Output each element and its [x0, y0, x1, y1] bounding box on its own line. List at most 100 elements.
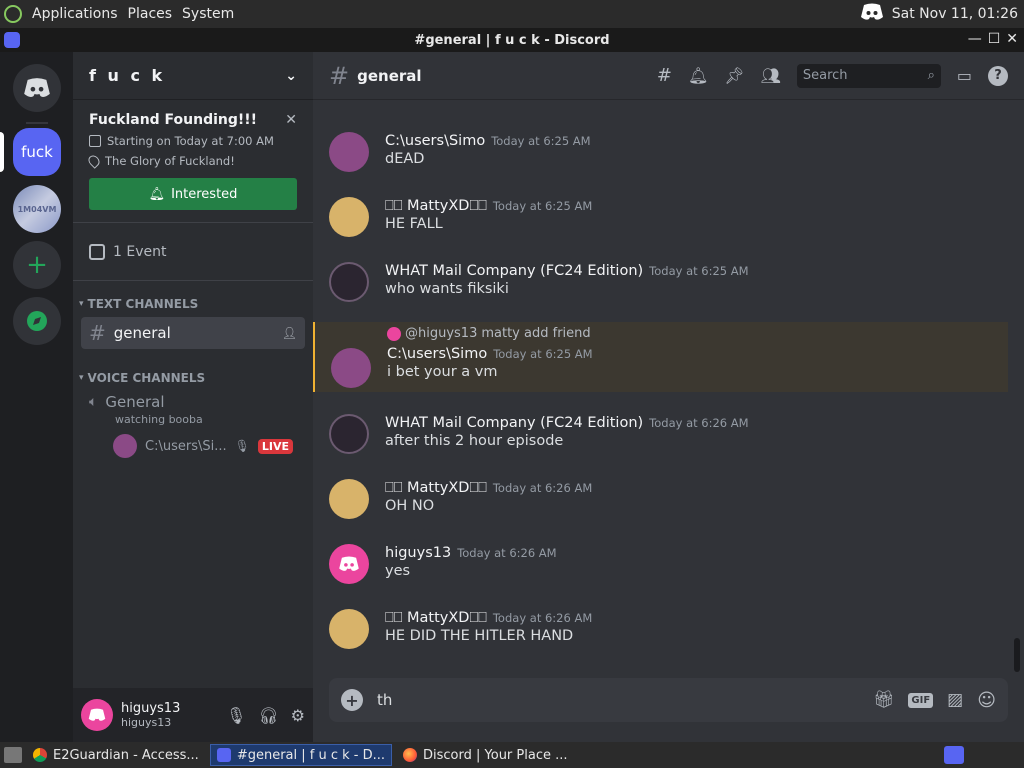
- message-input[interactable]: [377, 691, 859, 709]
- distro-logo-icon[interactable]: [4, 5, 22, 23]
- events-link[interactable]: 1 Event: [73, 223, 313, 281]
- interested-button[interactable]: 🔔︎ Interested: [89, 178, 297, 210]
- places-menu[interactable]: Places: [128, 6, 173, 22]
- add-member-icon[interactable]: 👤︎: [282, 326, 297, 340]
- guild-separator: [26, 122, 48, 124]
- home-button[interactable]: [13, 64, 61, 112]
- system-menu[interactable]: System: [182, 6, 234, 22]
- reply-mention[interactable]: @higuys13: [405, 326, 477, 341]
- window-controls: — ☐ ✕: [968, 31, 1018, 47]
- category-label: VOICE CHANNELS: [87, 371, 206, 385]
- avatar[interactable]: [331, 348, 371, 388]
- close-icon[interactable]: ✕: [1006, 31, 1018, 47]
- taskbar-item-chrome[interactable]: E2Guardian - Access...: [26, 744, 206, 766]
- channel-title: general: [357, 66, 422, 85]
- message-text: after this 2 hour episode: [385, 433, 564, 449]
- message-author[interactable]: ⎕⎕ MattyXD⎕⎕: [385, 480, 487, 496]
- member-list-icon[interactable]: 👥︎: [761, 66, 781, 85]
- category-voice-channels[interactable]: ▾ VOICE CHANNELS: [73, 371, 313, 385]
- threads-icon[interactable]: #: [657, 65, 672, 86]
- user-username: higuys13: [121, 716, 172, 730]
- gift-icon[interactable]: 🎁︎: [873, 690, 895, 710]
- avatar[interactable]: [329, 414, 369, 454]
- discord-logo-icon: [24, 78, 50, 97]
- avatar: [113, 434, 137, 458]
- notification-bell-icon[interactable]: 🔔︎: [688, 66, 708, 85]
- message-author[interactable]: WHAT Mail Company (FC24 Edition): [385, 415, 643, 431]
- server-fuck[interactable]: fuck: [13, 128, 61, 176]
- message-author[interactable]: ⎕⎕ MattyXD⎕⎕: [385, 198, 487, 214]
- clock[interactable]: Sat Nov 11, 01:26: [892, 6, 1018, 22]
- hash-icon: #: [89, 321, 106, 345]
- emoji-icon[interactable]: ☺: [977, 690, 996, 711]
- settings-gear-icon[interactable]: ⚙: [291, 706, 305, 725]
- avatar[interactable]: [329, 132, 369, 172]
- message[interactable]: WHAT Mail Company (FC24 Edition) Today at…: [313, 260, 1008, 320]
- chrome-icon: [33, 748, 47, 762]
- microphone-icon[interactable]: 🎙︎: [226, 706, 246, 725]
- taskbar-label: #general | f u c k - D...: [236, 747, 386, 763]
- bell-icon: 🔔︎: [148, 186, 166, 202]
- server-1m04vm[interactable]: 1M04VM: [13, 185, 61, 233]
- show-desktop-icon[interactable]: [4, 747, 22, 763]
- server-label: fuck: [21, 143, 53, 161]
- applications-menu[interactable]: Applications: [32, 6, 118, 22]
- message[interactable]: ⎕⎕ MattyXD⎕⎕ Today at 6:26 AM OH NO: [313, 477, 1008, 537]
- message-author[interactable]: C:\users\Simo: [387, 346, 487, 362]
- taskbar-item-firefox[interactable]: Discord | Your Place ...: [396, 744, 575, 766]
- dismiss-event-icon[interactable]: ✕: [285, 112, 297, 128]
- chat-area: # general # 🔔︎ 📌︎ 👥︎ Search ⌕ ▭ ? C:\use…: [313, 52, 1024, 742]
- taskbar-item-discord[interactable]: #general | f u c k - D...: [209, 744, 393, 766]
- avatar[interactable]: [329, 479, 369, 519]
- message-author[interactable]: ⎕⎕ MattyXD⎕⎕: [385, 610, 487, 626]
- firefox-icon: [403, 748, 418, 762]
- chevron-down-icon: ▾: [79, 373, 84, 383]
- gif-icon[interactable]: GIF: [908, 692, 934, 708]
- sticker-icon[interactable]: ▨: [947, 690, 963, 710]
- location-pin-icon: [86, 153, 102, 169]
- message[interactable]: WHAT Mail Company (FC24 Edition) Today at…: [313, 412, 1008, 472]
- muted-mic-icon: 🎙︎: [234, 439, 250, 453]
- discord-tray-icon[interactable]: [860, 3, 884, 25]
- channel-general[interactable]: # general 👤︎: [81, 317, 305, 349]
- add-attachment-icon[interactable]: +: [341, 689, 363, 711]
- message[interactable]: higuys13 Today at 6:26 AM yes: [313, 542, 1008, 602]
- user-panel: higuys13 higuys13 🎙︎ 🎧︎ ⚙: [73, 688, 313, 742]
- message[interactable]: C:\users\Simo Today at 6:25 AM dEAD: [313, 130, 1008, 190]
- headphones-icon[interactable]: 🎧︎: [258, 706, 278, 725]
- reply-preview[interactable]: @higuys13 matty add friend: [387, 326, 1008, 341]
- server-header[interactable]: f u c k ⌄: [73, 52, 313, 100]
- pin-icon[interactable]: 📌︎: [724, 66, 744, 85]
- search-input[interactable]: Search ⌕: [796, 63, 941, 88]
- message-mention[interactable]: @higuys13 matty add friend C:\users\Simo…: [313, 322, 1008, 392]
- message[interactable]: ⎕⎕ MattyXD⎕⎕ Today at 6:25 AM HE FALL: [313, 195, 1008, 255]
- avatar[interactable]: [81, 699, 113, 731]
- avatar[interactable]: [329, 544, 369, 584]
- message-text: i bet your a vm: [387, 364, 498, 380]
- voice-member[interactable]: C:\users\Si... 🎙︎ LIVE: [113, 434, 305, 458]
- voice-channel-general[interactable]: 🔈︎ General watching booba: [81, 393, 305, 426]
- add-server-button[interactable]: +: [13, 241, 61, 289]
- maximize-icon[interactable]: ☐: [988, 31, 1001, 47]
- message[interactable]: ⎕⎕ MattyXD⎕⎕ Today at 6:26 AM HE DID THE …: [313, 607, 1008, 667]
- avatar[interactable]: [329, 197, 369, 237]
- message-author[interactable]: higuys13: [385, 545, 451, 561]
- message-text: HE DID THE HITLER HAND: [385, 628, 574, 644]
- scrollbar[interactable]: [1014, 638, 1020, 672]
- message-author[interactable]: WHAT Mail Company (FC24 Edition): [385, 263, 643, 279]
- avatar[interactable]: [329, 262, 369, 302]
- category-text-channels[interactable]: ▾ TEXT CHANNELS: [73, 297, 313, 311]
- event-card[interactable]: Fuckland Founding!!! ✕ Starting on Today…: [73, 100, 313, 223]
- inbox-icon[interactable]: ▭: [957, 66, 972, 85]
- help-icon[interactable]: ?: [988, 65, 1008, 86]
- explore-servers-button[interactable]: [13, 297, 61, 345]
- minimize-icon[interactable]: —: [968, 31, 982, 47]
- message-author[interactable]: C:\users\Simo: [385, 133, 485, 149]
- search-placeholder: Search: [802, 68, 848, 83]
- discord-tray-icon[interactable]: [944, 746, 964, 764]
- message-composer[interactable]: + 🎁︎ GIF ▨ ☺: [329, 678, 1008, 722]
- message-timestamp: Today at 6:25 AM: [649, 264, 749, 278]
- avatar[interactable]: [329, 609, 369, 649]
- discord-app-icon: [4, 32, 20, 48]
- discord-logo-icon: [339, 556, 359, 571]
